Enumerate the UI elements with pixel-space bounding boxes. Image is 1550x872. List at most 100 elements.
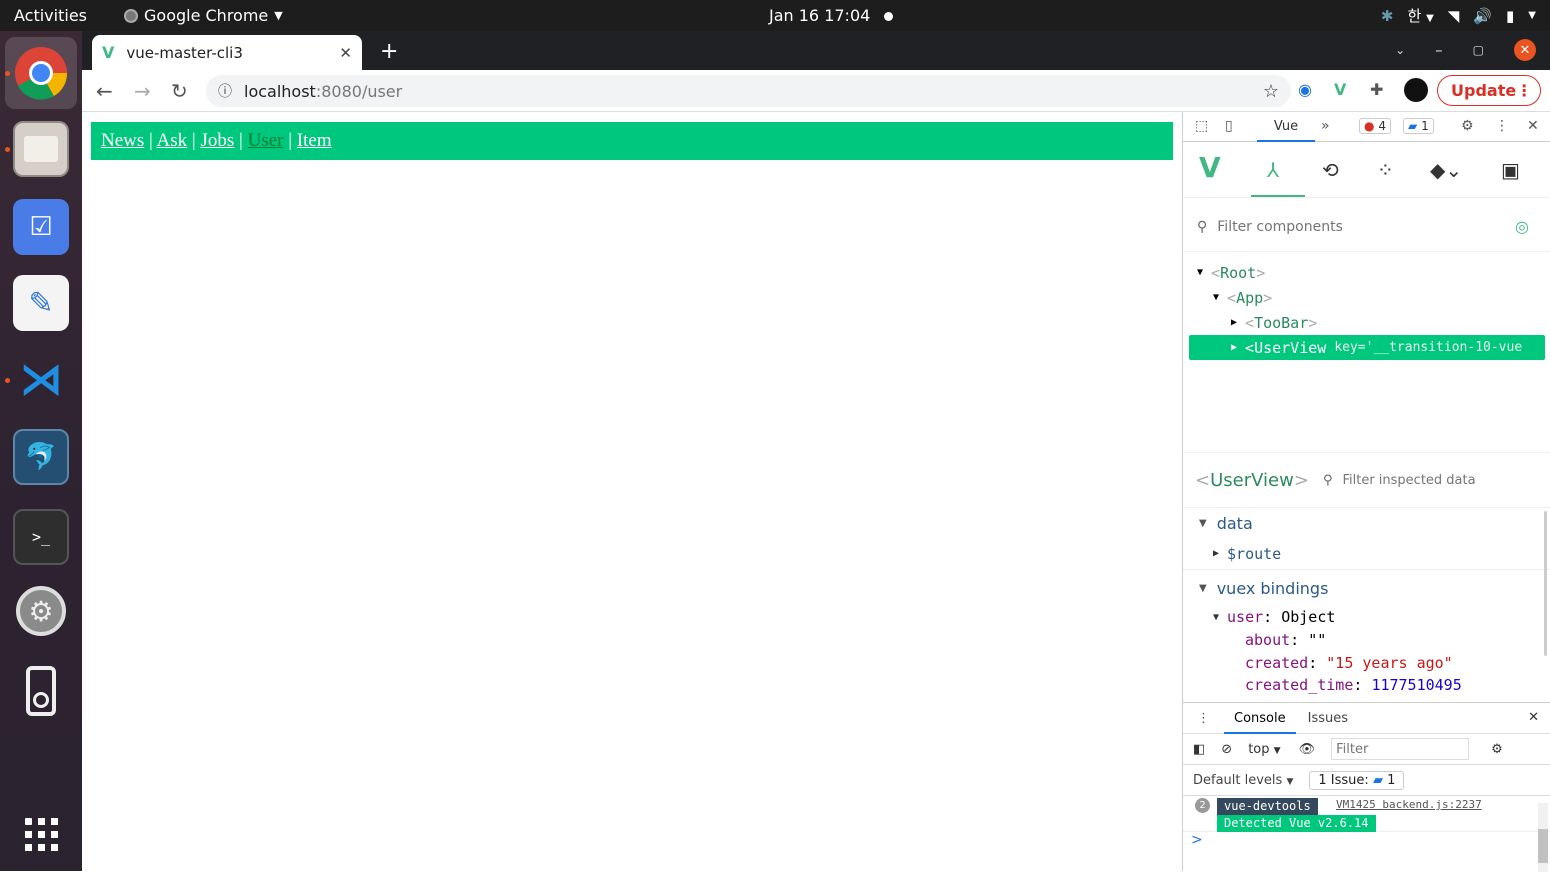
inspect-element-icon[interactable]: ⬚ (1195, 118, 1208, 134)
created-property[interactable]: created: "15 years ago" (1183, 651, 1550, 674)
tree-node-app[interactable]: ▼ < App > (1183, 285, 1550, 310)
show-apps-button[interactable] (13, 806, 69, 862)
select-component-icon[interactable]: ◎ (1515, 217, 1529, 236)
wifi-icon[interactable]: ◥ (1448, 7, 1460, 25)
tasks-launcher[interactable]: ☑ (13, 199, 69, 255)
minimize-icon[interactable]: – (1435, 41, 1443, 59)
tab-vue[interactable]: Vue (1257, 112, 1315, 142)
close-window-icon[interactable]: ✕ (1514, 39, 1536, 61)
clear-console-icon[interactable]: ⊘ (1221, 742, 1232, 757)
expanded-arrow-icon[interactable]: ▼ (1213, 292, 1219, 303)
site-info-icon[interactable]: ⓘ (218, 81, 232, 101)
context-label: top (1248, 741, 1270, 757)
devtools-menu-icon[interactable]: ⋮ (1495, 118, 1509, 134)
search-icon: ⚲ (1322, 472, 1333, 488)
more-tabs-icon[interactable]: » (1321, 118, 1330, 134)
omnibox[interactable]: ⓘ localhost:8080/user ☆ (206, 75, 1291, 107)
log-levels-select[interactable]: Default levels ▼ (1193, 773, 1293, 788)
console-filter-input[interactable] (1331, 738, 1470, 760)
about-property[interactable]: about: "" (1183, 628, 1550, 651)
context-select[interactable]: top ▼ (1248, 742, 1280, 757)
collapsed-arrow-icon[interactable]: ▶ (1231, 317, 1237, 328)
vscode-launcher[interactable]: ⋊ (13, 351, 69, 407)
reload-icon[interactable]: ↻ (171, 79, 188, 103)
nav-link-jobs[interactable]: Jobs (200, 130, 234, 151)
tab-issues[interactable]: Issues (1308, 711, 1348, 726)
profile-avatar[interactable] (1404, 78, 1428, 102)
restore-icon[interactable]: ▢ (1473, 43, 1484, 57)
console-settings-icon[interactable]: ⚙ (1491, 742, 1503, 757)
components-tab-icon[interactable]: ⅄ (1267, 158, 1279, 182)
performance-tab-icon[interactable]: ▣ (1501, 158, 1520, 182)
extensions-puzzle-icon[interactable]: ✚ (1370, 80, 1383, 99)
user-property[interactable]: ▼ user: Object (1183, 606, 1550, 628)
tab-console[interactable]: Console (1224, 703, 1296, 734)
power-menu-icon[interactable]: ▼ (1528, 10, 1536, 21)
vue-devtools-extension-icon[interactable]: V (1334, 80, 1346, 99)
route-property[interactable]: ▶ $route (1183, 538, 1550, 570)
property-key: user (1227, 608, 1264, 626)
tree-node-userview-selected[interactable]: ▶ < UserView key='__transition-10-vue (1189, 335, 1545, 360)
media-player-launcher[interactable] (13, 663, 69, 719)
live-expression-eye-icon[interactable]: 👁 (1299, 742, 1316, 757)
kebab-menu-icon[interactable]: ⋮ (1516, 81, 1532, 100)
console-source-link[interactable]: VM1425 backend.js:2237 (1336, 798, 1482, 811)
property-value: "" (1308, 630, 1327, 649)
settings-launcher[interactable]: ⚙ (13, 583, 69, 639)
extension-blue-icon[interactable]: ◉ (1298, 80, 1312, 99)
mysql-workbench-launcher[interactable]: 🐬 (13, 429, 69, 485)
tab-search-icon[interactable]: ⌄ (1395, 43, 1405, 57)
error-count-badge[interactable]: ● 4 (1359, 118, 1391, 134)
devtools-settings-icon[interactable]: ⚙ (1461, 118, 1474, 134)
bookmark-star-icon[interactable]: ☆ (1263, 81, 1279, 102)
terminal-launcher[interactable]: >_ (13, 509, 69, 565)
sidebar-toggle-icon[interactable]: ◧ (1193, 742, 1205, 757)
expanded-arrow-icon[interactable]: ▼ (1197, 267, 1203, 278)
console-scrollbar[interactable] (1538, 803, 1548, 872)
browser-tab[interactable]: V vue-master-cli3 ✕ (92, 35, 362, 70)
close-tab-icon[interactable]: ✕ (339, 44, 352, 62)
dock: ☑ ✎ ⋊ 🐬 >_ ⚙ (0, 31, 82, 871)
chrome-launcher[interactable] (5, 37, 77, 109)
nav-link-user[interactable]: User (248, 130, 284, 151)
created-time-property[interactable]: created_time: 1177510495 (1183, 674, 1550, 696)
nav-link-item[interactable]: Item (297, 130, 332, 151)
back-icon[interactable]: ← (96, 79, 113, 103)
drawer-menu-icon[interactable]: ⋮ (1197, 711, 1210, 726)
update-button[interactable]: Update ⋮ (1437, 75, 1541, 106)
router-tab-icon[interactable]: ◆⌄ (1430, 158, 1462, 182)
system-tray[interactable]: ✱ 한 ▼ ◥ 🔊 ▮ ▼ (1381, 5, 1536, 26)
app-menu[interactable]: Google Chrome ▼ (124, 6, 283, 25)
timeline-tab-icon[interactable]: ⟲ (1322, 158, 1339, 182)
vuex-tab-icon[interactable]: ⁘ (1377, 158, 1394, 182)
text-editor-launcher[interactable]: ✎ (13, 275, 69, 331)
dolphin-icon: 🐬 (24, 442, 58, 472)
new-tab-button[interactable]: + (380, 39, 398, 64)
input-method[interactable]: 한 ▼ (1408, 5, 1434, 26)
close-drawer-icon[interactable]: ✕ (1528, 710, 1539, 725)
filter-components-input[interactable] (1217, 218, 1498, 235)
chrome-small-icon (124, 8, 138, 23)
files-launcher[interactable] (13, 121, 69, 177)
console-prompt[interactable]: > (1183, 832, 1550, 854)
battery-icon[interactable]: ▮ (1506, 7, 1514, 25)
tree-node-toolbar[interactable]: ▶ < TooBar > (1183, 310, 1550, 335)
tree-node-root[interactable]: ▼ < Root > (1183, 260, 1550, 285)
activities-button[interactable]: Activities (14, 6, 87, 25)
nav-link-news[interactable]: News (101, 130, 144, 151)
forward-icon[interactable]: → (134, 79, 151, 103)
filter-inspected-input[interactable] (1342, 472, 1513, 488)
data-section-header[interactable]: ▼ data (1183, 508, 1550, 538)
vuex-section-header[interactable]: ▼ vuex bindings (1183, 570, 1550, 606)
inspector-scrollbar[interactable] (1544, 511, 1547, 656)
message-count-badge[interactable]: ▰ 1 (1403, 118, 1434, 134)
collapsed-arrow-icon[interactable]: ▶ (1231, 342, 1237, 353)
vue-devtools-toolbar: V ⅄ ⟲ ⁘ ◆⌄ ▣ (1183, 143, 1550, 198)
volume-icon[interactable]: 🔊 (1473, 7, 1492, 25)
clock[interactable]: Jan 16 17:04 (769, 6, 894, 25)
device-toolbar-icon[interactable]: ▯ (1225, 118, 1233, 134)
nav-link-ask[interactable]: Ask (157, 130, 188, 151)
issues-button[interactable]: 1 Issue: ▰ 1 (1309, 770, 1405, 790)
close-devtools-icon[interactable]: ✕ (1527, 118, 1539, 134)
bluetooth-icon[interactable]: ✱ (1381, 7, 1394, 25)
